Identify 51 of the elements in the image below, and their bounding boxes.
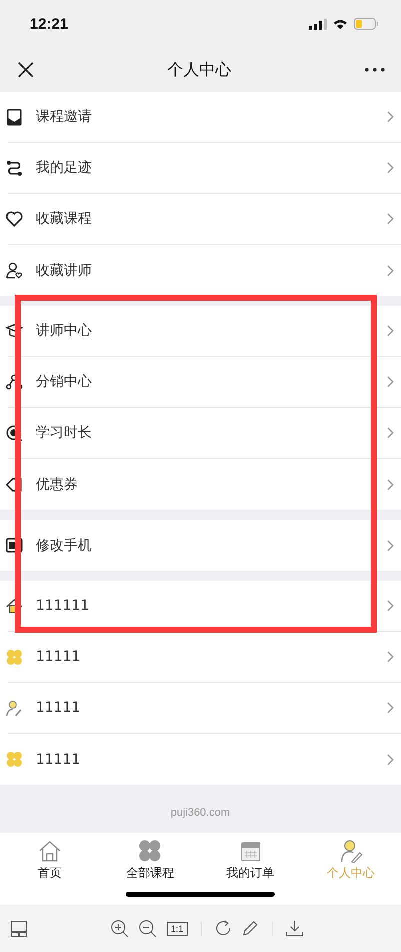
menu-item[interactable]: 讲师中心 [8, 306, 401, 357]
menu-item[interactable]: 分销中心 [8, 357, 401, 408]
person-pencil-icon [6, 700, 23, 716]
chevron-icon [387, 540, 394, 552]
chevron-icon [387, 702, 394, 714]
tab-bar-item[interactable]: 首页 [0, 833, 100, 883]
chevron-icon [387, 162, 394, 174]
menu-item[interactable]: 收藏讲师 [8, 245, 401, 296]
menu-item[interactable]: 收藏课程 [8, 194, 401, 245]
menu-item[interactable]: 优惠券 [8, 459, 401, 510]
envelope-icon [6, 108, 23, 126]
route-icon [6, 160, 23, 176]
clover-icon [6, 751, 23, 768]
chevron-icon [387, 651, 394, 663]
menu-item[interactable]: 学习时长 [8, 408, 401, 459]
house-icon [38, 839, 62, 863]
close-button[interactable] [16, 60, 36, 80]
actual-size-button[interactable]: 1:1 [167, 922, 188, 936]
menu-item[interactable]: 111111 [8, 581, 401, 632]
chevron-icon [387, 427, 394, 439]
wifi-icon [333, 18, 348, 30]
menu-item[interactable]: 课程邀请 [8, 92, 401, 143]
tab-bar-item[interactable]: 我的订单 [200, 833, 301, 883]
chevron-icon [387, 376, 394, 388]
share-nodes-icon [6, 374, 23, 390]
status-time: 12:21 [30, 16, 68, 32]
tab-bar-item[interactable]: 全部课程 [100, 833, 200, 883]
person-pencil-icon [338, 839, 363, 863]
footer-domain: puji360.com [170, 807, 230, 819]
clover-icon [6, 648, 23, 666]
clover-icon [138, 839, 162, 863]
heart-icon [6, 210, 23, 228]
person-heart-icon [6, 262, 23, 279]
menu-item[interactable]: 11111 [8, 734, 401, 785]
page-title: 个人中心 [168, 60, 232, 80]
menu-item[interactable]: 11111 [8, 683, 401, 734]
chevron-icon [387, 213, 394, 225]
chevron-icon [387, 754, 394, 766]
more-button[interactable] [363, 66, 387, 74]
chevron-icon [387, 600, 394, 612]
chevron-icon [387, 111, 394, 123]
battery-icon [354, 18, 379, 30]
house-icon [6, 598, 23, 614]
chevron-icon [387, 325, 394, 337]
chevron-icon [387, 264, 394, 276]
signal-icon [309, 18, 327, 30]
menu-item[interactable]: 我的足迹 [8, 143, 401, 194]
menu-item[interactable]: 11111 [8, 632, 401, 683]
tag-icon [6, 476, 23, 493]
chevron-icon [387, 478, 394, 490]
graduation-cap-icon [6, 322, 23, 340]
